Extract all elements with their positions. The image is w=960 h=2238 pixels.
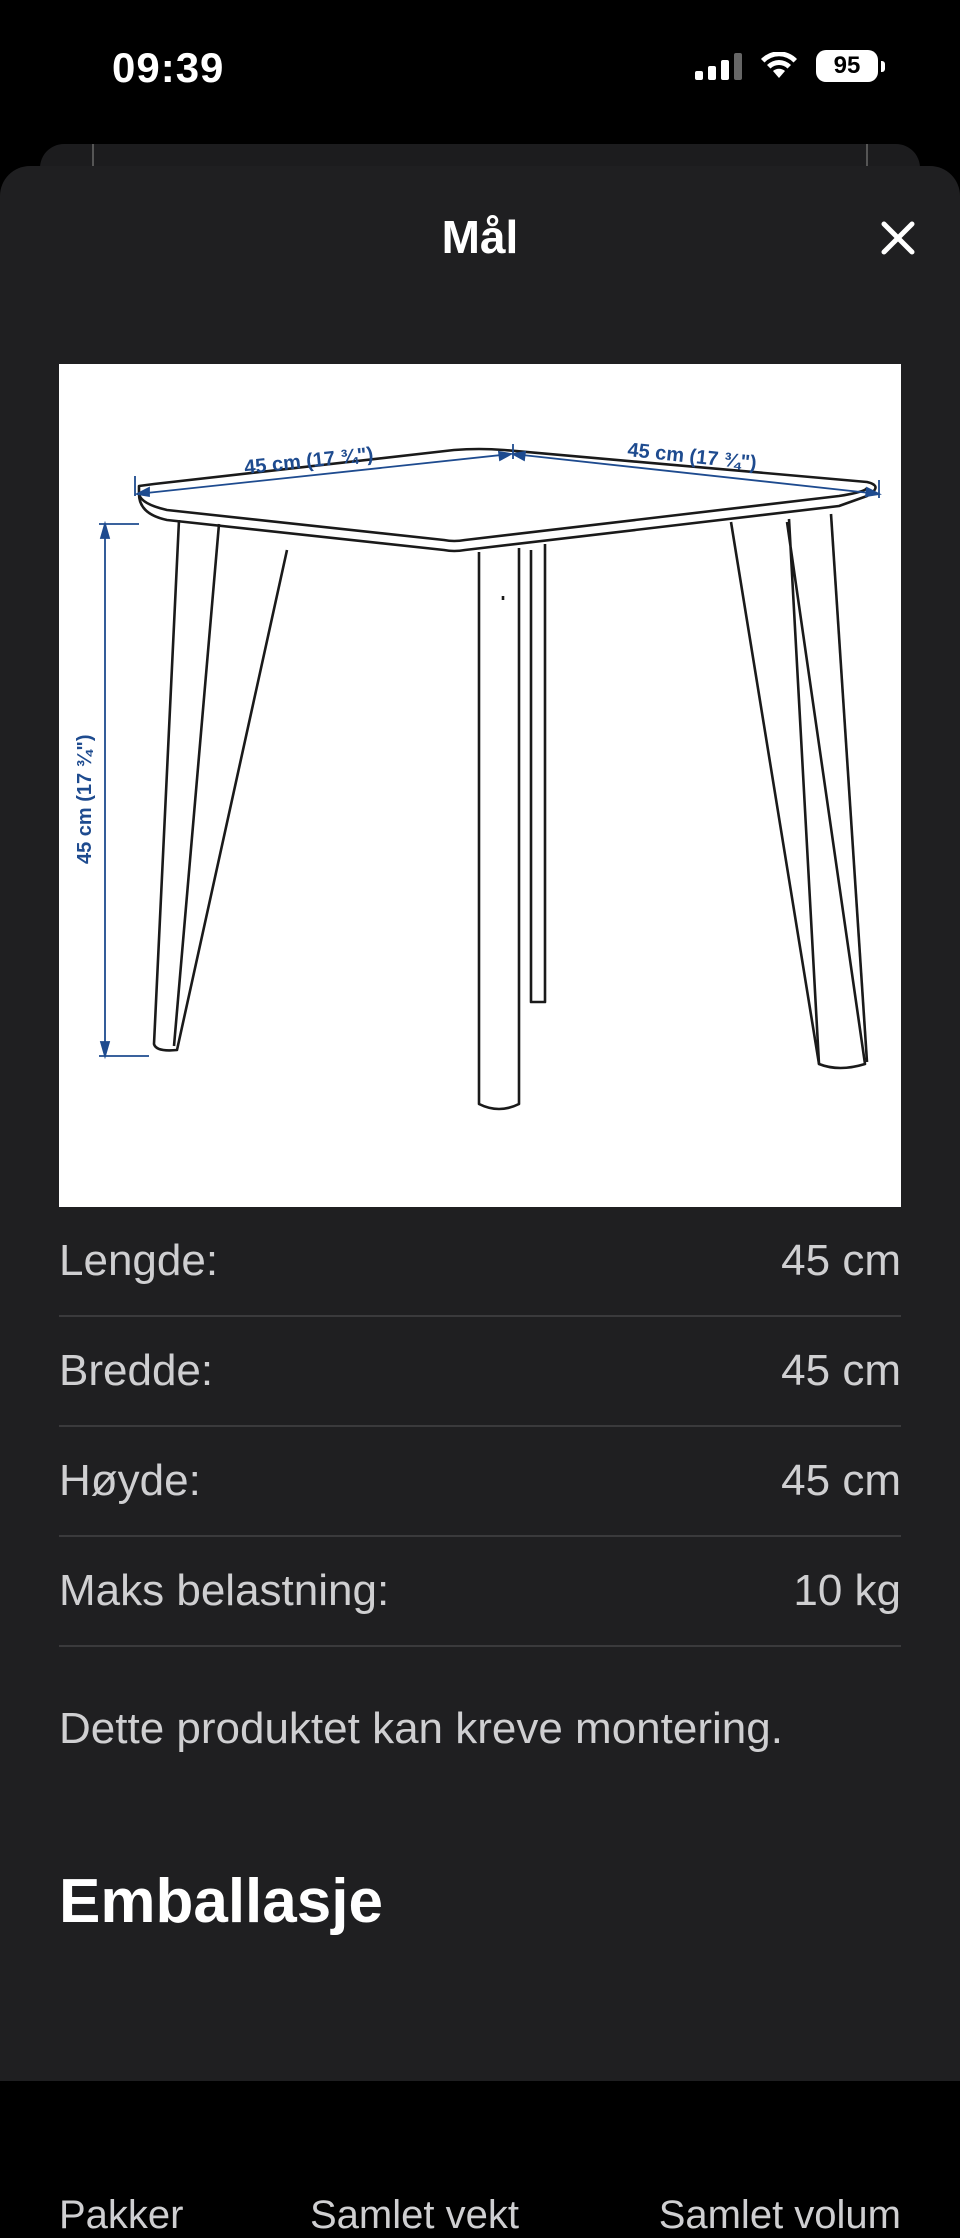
status-icons: 95 bbox=[695, 50, 885, 82]
wifi-icon bbox=[760, 52, 798, 80]
packaging-title: Emballasje bbox=[59, 1867, 383, 1936]
status-time: 09:39 bbox=[112, 44, 225, 91]
dimension-row-height: Høyde: 45 cm bbox=[59, 1427, 901, 1537]
packaging-header: Pakker Samlet vekt Samlet volum bbox=[59, 2193, 901, 2238]
battery-icon: 95 bbox=[816, 50, 885, 82]
dimension-value: 45 cm bbox=[781, 1456, 901, 1505]
cellular-signal-icon bbox=[695, 52, 742, 80]
packaging-column-packages: Pakker bbox=[59, 2193, 184, 2237]
dimension-value: 45 cm bbox=[781, 1236, 901, 1285]
close-button[interactable] bbox=[870, 210, 926, 266]
dimensions-sheet: Mål 45 cm (17 ¾") 45 cm (17 ¾") 45 cm (1… bbox=[0, 166, 960, 2237]
sheet-title: Mål bbox=[441, 211, 519, 263]
packaging-column-total-volume: Samlet volum bbox=[658, 2193, 901, 2237]
dimension-value: 10 kg bbox=[793, 1566, 901, 1615]
product-dimension-image: 45 cm (17 ¾") 45 cm (17 ¾") 45 cm (17 ¾"… bbox=[59, 364, 901, 1207]
packaging-column-total-weight: Samlet vekt bbox=[310, 2193, 519, 2237]
dimensions-list: Lengde: 45 cm Bredde: 45 cm Høyde: 45 cm… bbox=[59, 1207, 901, 1647]
dimension-value: 45 cm bbox=[781, 1346, 901, 1395]
side-table-drawing: 45 cm (17 ¾") 45 cm (17 ¾") 45 cm (17 ¾"… bbox=[74, 439, 882, 1111]
dimension-label: Bredde: bbox=[59, 1346, 214, 1395]
dimension-row-length: Lengde: 45 cm bbox=[59, 1207, 901, 1317]
dimension-row-width: Bredde: 45 cm bbox=[59, 1317, 901, 1427]
dimension-label: Høyde: bbox=[59, 1456, 201, 1505]
height-dimension-label: 45 cm (17 ¾") bbox=[74, 734, 96, 864]
assembly-note: Dette produktet kan kreve montering. bbox=[59, 1704, 783, 1753]
status-bar: 09:39 95 bbox=[0, 0, 960, 140]
dimension-label: Lengde: bbox=[59, 1236, 219, 1285]
close-icon bbox=[881, 221, 915, 255]
top-left-dimension-label: 45 cm (17 ¾") bbox=[243, 444, 374, 479]
dimension-label: Maks belastning: bbox=[59, 1566, 390, 1615]
dimension-row-max-load: Maks belastning: 10 kg bbox=[59, 1537, 901, 1647]
